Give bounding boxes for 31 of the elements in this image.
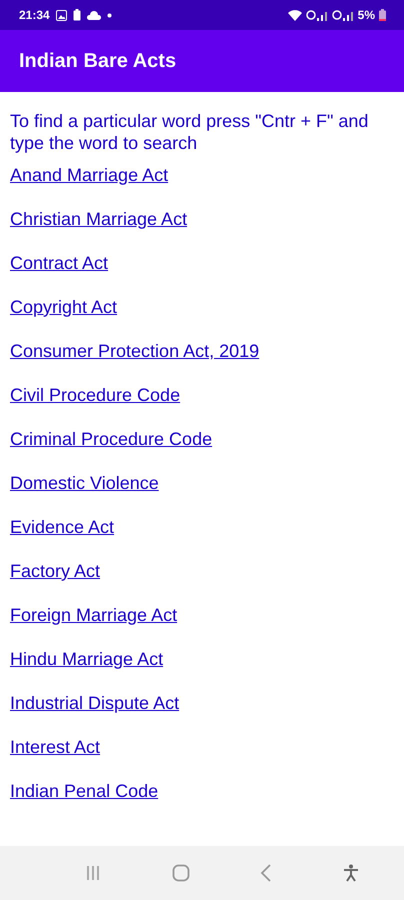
signal-icon [306, 10, 328, 20]
notification-dot-icon [106, 12, 112, 18]
status-time: 21:34 [19, 8, 50, 22]
battery-saver-icon [72, 9, 81, 21]
signal-icon [332, 10, 354, 20]
act-link[interactable]: Criminal Procedure Code [10, 428, 212, 450]
act-link[interactable]: Copyright Act [10, 296, 118, 318]
recent-apps-icon[interactable] [85, 865, 102, 881]
act-link[interactable]: Factory Act [10, 560, 100, 582]
act-link[interactable]: Foreign Marriage Act [10, 604, 178, 626]
act-link[interactable]: Industrial Dispute Act [10, 692, 180, 714]
accessibility-icon[interactable] [342, 864, 359, 882]
act-link[interactable]: Civil Procedure Code [10, 384, 180, 406]
act-link[interactable]: Indian Penal Code [10, 780, 158, 802]
act-link[interactable]: Christian Marriage Act [10, 208, 188, 230]
act-link[interactable]: Interest Act [10, 736, 100, 758]
battery-icon [379, 9, 386, 21]
act-link[interactable]: Consumer Protection Act, 2019 [10, 340, 260, 362]
act-link[interactable]: Domestic Violence [10, 472, 159, 494]
app-title: Indian Bare Acts [19, 50, 176, 72]
back-icon[interactable] [260, 864, 272, 882]
battery-percentage: 5% [358, 8, 375, 22]
act-link[interactable]: Contract Act [10, 252, 108, 274]
cloud-icon [86, 10, 101, 20]
act-link[interactable]: Hindu Marriage Act [10, 648, 164, 670]
instructions-text: To find a particular word press "Cntr + F" and type the word to search [10, 110, 370, 154]
act-link[interactable]: Evidence Act [10, 516, 114, 538]
home-icon[interactable] [172, 864, 190, 882]
act-link[interactable]: Anand Marriage Act [10, 164, 168, 186]
wifi-icon [288, 10, 302, 20]
image-icon [56, 10, 67, 20]
